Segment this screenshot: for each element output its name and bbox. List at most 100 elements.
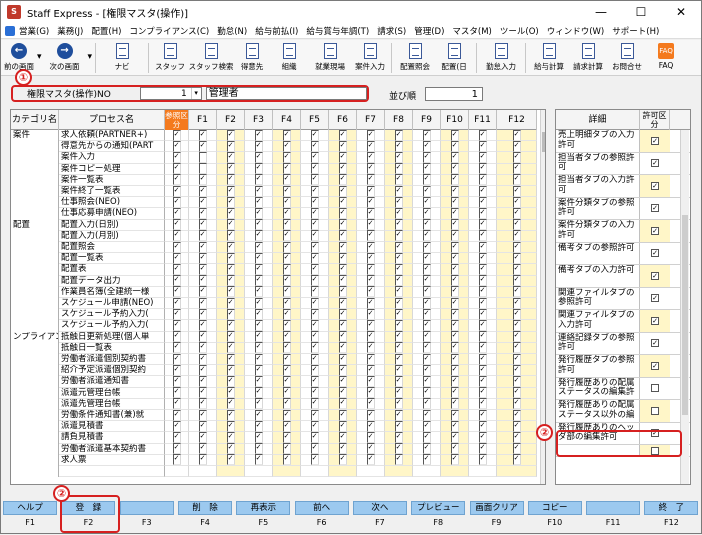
checkbox[interactable]: ✓ (338, 342, 347, 354)
checkbox-cell[interactable]: ✓ (329, 420, 357, 433)
checkbox[interactable]: ✓ (310, 151, 319, 164)
checkbox-cell[interactable]: ✓ (413, 275, 441, 287)
checkbox[interactable]: ✓ (282, 420, 291, 432)
checkbox[interactable]: ✓ (512, 252, 521, 264)
checkbox[interactable]: ✓ (198, 241, 207, 253)
checkbox-cell[interactable]: ✓ (357, 230, 385, 242)
checkbox[interactable]: ✓ (450, 207, 459, 220)
checkbox[interactable]: ✓ (394, 286, 403, 298)
table-row[interactable]: スケジュール申請(NEO) ✓ ✓ ✓ ✓ ✓ ✓ ✓ ✓ ✓ ✓ ✓ ✓ ✓ (11, 297, 537, 310)
checkbox-cell[interactable]: ✓ (165, 230, 189, 242)
checkbox[interactable]: ✓ (450, 409, 459, 421)
checkbox-cell[interactable]: ✓ (413, 129, 441, 142)
checkbox-cell[interactable]: ✓ (217, 364, 245, 377)
checkbox[interactable]: ✓ (338, 219, 347, 231)
checkbox-cell[interactable]: ✓ (329, 409, 357, 422)
checkbox-cell[interactable]: ✓ (413, 196, 441, 209)
checkbox[interactable]: ✓ (198, 398, 207, 410)
checkbox[interactable]: ✓ (478, 297, 487, 309)
checkbox[interactable]: ✓ (282, 286, 291, 298)
checkbox-cell[interactable]: ✓ (165, 241, 189, 254)
table-row[interactable]: 派遣見積書 ✓ ✓ ✓ ✓ ✓ ✓ ✓ ✓ ✓ ✓ ✓ ✓ ✓ (11, 420, 537, 433)
checkbox[interactable]: ✓ (422, 174, 431, 186)
checkbox[interactable]: ✓ (422, 431, 431, 444)
checkbox-cell[interactable]: ✓ (469, 219, 497, 231)
process-cell[interactable]: 求人票 (59, 454, 165, 466)
checkbox[interactable]: ✓ (478, 420, 487, 432)
checkbox-cell[interactable]: ✓ (301, 275, 329, 287)
checkbox-cell[interactable]: ✓ (497, 185, 537, 198)
checkbox-cell[interactable]: ✓ (329, 319, 357, 332)
checkbox[interactable]: ✓ (254, 196, 263, 208)
checkbox[interactable]: ✓ (310, 308, 319, 320)
checkbox[interactable]: ✓ (310, 241, 319, 253)
checkbox[interactable]: ✓ (172, 286, 181, 298)
checkbox[interactable]: ✓ (478, 409, 487, 421)
grid-col-header[interactable]: F2 (217, 110, 245, 130)
checkbox-cell[interactable]: ✓ (385, 230, 413, 242)
checkbox-cell[interactable]: ✓ (469, 151, 497, 164)
checkbox-cell[interactable]: ✓ (497, 454, 537, 466)
detail-row[interactable]: 関連ファイルタブの参照許可 ✓ (556, 287, 690, 310)
checkbox-cell[interactable]: ✓ (357, 342, 385, 354)
checkbox[interactable]: ✓ (226, 252, 235, 264)
permission-checkbox-cell[interactable]: ✓ (640, 130, 670, 152)
checkbox-cell[interactable]: ✓ (441, 219, 469, 231)
checkbox[interactable]: ✓ (254, 319, 263, 332)
checkbox-cell[interactable]: ✓ (357, 241, 385, 254)
checkbox-cell[interactable]: ✓ (357, 353, 385, 366)
checkbox[interactable]: ✓ (338, 398, 347, 410)
checkbox[interactable]: ✓ (310, 409, 319, 421)
checkbox[interactable]: ✓ (651, 271, 659, 280)
checkbox[interactable]: ✓ (366, 275, 375, 287)
checkbox[interactable]: ✓ (394, 252, 403, 264)
checkbox-cell[interactable]: ✓ (497, 319, 537, 332)
checkbox-cell[interactable]: ✓ (357, 387, 385, 399)
checkbox[interactable]: ✓ (478, 140, 487, 152)
permission-checkbox-cell[interactable] (640, 378, 670, 400)
checkbox[interactable]: ✓ (282, 443, 291, 455)
checkbox-cell[interactable]: ✓ (441, 420, 469, 433)
checkbox-cell[interactable]: ✓ (245, 342, 273, 354)
checkbox-cell[interactable]: ✓ (385, 151, 413, 164)
checkbox-cell[interactable]: ✓ (357, 443, 385, 455)
table-row[interactable]: 案件入力 ✓ ✓ ✓ ✓ ✓ ✓ ✓ ✓ ✓ ✓ ✓ ✓ (11, 151, 537, 164)
checkbox[interactable]: ✓ (394, 219, 403, 231)
checkbox-cell[interactable]: ✓ (441, 207, 469, 220)
checkbox[interactable]: ✓ (450, 364, 459, 376)
process-cell[interactable]: 配置入力(月別) (59, 230, 165, 242)
checkbox-cell[interactable]: ✓ (273, 129, 301, 142)
checkbox[interactable]: ✓ (450, 342, 459, 354)
checkbox[interactable]: ✓ (338, 375, 347, 388)
checkbox-cell[interactable]: ✓ (189, 364, 217, 377)
checkbox-cell[interactable]: ✓ (469, 297, 497, 310)
checkbox-cell[interactable]: ✓ (469, 129, 497, 142)
f4-button[interactable]: 削 除 (178, 501, 233, 515)
f5-button[interactable]: 再表示 (236, 501, 291, 515)
checkbox-cell[interactable]: ✓ (413, 207, 441, 220)
checkbox-cell[interactable]: ✓ (497, 151, 537, 164)
checkbox-cell[interactable]: ✓ (245, 185, 273, 198)
grid-col-header[interactable]: F12 (497, 110, 537, 130)
checkbox[interactable]: ✓ (512, 308, 521, 320)
checkbox-cell[interactable]: ✓ (497, 398, 537, 410)
checkbox[interactable]: ✓ (172, 387, 181, 399)
checkbox[interactable]: ✓ (366, 375, 375, 388)
checkbox-cell[interactable]: ✓ (385, 286, 413, 298)
checkbox[interactable]: ✓ (282, 319, 291, 332)
permission-name-field[interactable]: 管理者 (205, 87, 368, 100)
process-cell[interactable]: 案件コピー処理 (59, 163, 165, 175)
checkbox-cell[interactable]: ✓ (497, 331, 537, 343)
checkbox[interactable]: ✓ (226, 163, 235, 175)
checkbox-cell[interactable]: ✓ (217, 241, 245, 254)
checkbox[interactable]: ✓ (366, 185, 375, 197)
checkbox[interactable]: ✓ (282, 163, 291, 175)
checkbox-cell[interactable]: ✓ (245, 275, 273, 287)
checkbox[interactable]: ✓ (254, 241, 263, 253)
checkbox[interactable]: ✓ (282, 409, 291, 421)
checkbox-cell[interactable]: ✓ (385, 398, 413, 410)
checkbox[interactable]: ✓ (422, 308, 431, 320)
checkbox[interactable]: ✓ (450, 263, 459, 276)
checkbox[interactable]: ✓ (394, 163, 403, 175)
checkbox[interactable]: ✓ (198, 375, 207, 388)
